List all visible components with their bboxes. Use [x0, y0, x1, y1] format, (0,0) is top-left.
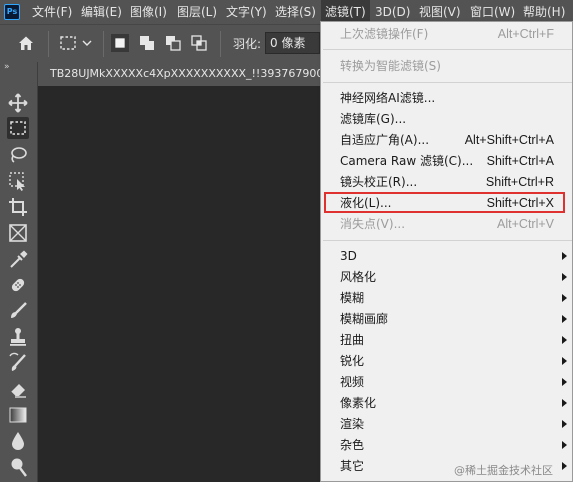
subtract-selection-icon[interactable] [164, 34, 182, 52]
dodge-icon[interactable] [7, 456, 29, 478]
menu-item-stylize[interactable]: 风格化 [321, 267, 572, 288]
marquee-icon[interactable] [59, 34, 77, 52]
menu-layer[interactable]: 图层(L) [173, 0, 221, 24]
menu-item-lens-correction[interactable]: 镜头校正(R)... Shift+Ctrl+R [321, 172, 572, 193]
menu-item-label: 锐化 [340, 354, 365, 368]
new-selection-icon[interactable] [111, 34, 129, 52]
collapse-toolbar-button[interactable]: » [4, 62, 10, 72]
home-icon[interactable] [17, 34, 35, 52]
blur-icon[interactable] [7, 430, 29, 452]
menu-item-shortcut: Shift+Ctrl+A [486, 154, 554, 168]
eraser-icon[interactable] [7, 378, 29, 400]
filter-menu-dropdown: 上次滤镜操作(F) Alt+Ctrl+F 转换为智能滤镜(S) 神经网络AI滤镜… [320, 21, 573, 482]
menu-item-label: 上次滤镜操作(F) [340, 27, 429, 41]
menu-item-label: 模糊画廊 [340, 312, 389, 326]
submenu-arrow-icon [562, 420, 567, 428]
submenu-arrow-icon [562, 315, 567, 323]
menu-item-label: 模糊 [340, 291, 365, 305]
menu-item-label: Camera Raw 滤镜(C)... [340, 154, 474, 168]
submenu-arrow-icon [562, 357, 567, 365]
menu-item-blur[interactable]: 模糊 [321, 288, 572, 309]
menu-item-label: 滤镜库(G)... [340, 112, 407, 126]
menu-item-label: 3D [340, 249, 357, 263]
submenu-arrow-icon [562, 336, 567, 344]
menu-item-shortcut: Alt+Shift+Ctrl+A [464, 133, 554, 147]
menu-item-label: 其它 [340, 459, 365, 473]
submenu-arrow-icon [562, 462, 567, 470]
menu-item-blur-gallery[interactable]: 模糊画廊 [321, 309, 572, 330]
menu-type[interactable]: 文字(Y) [222, 0, 271, 24]
menu-item-camera-raw[interactable]: Camera Raw 滤镜(C)... Shift+Ctrl+A [321, 151, 572, 172]
frame-icon[interactable] [7, 222, 29, 244]
menu-item-shortcut: Shift+Ctrl+R [485, 175, 554, 189]
menu-item-label: 转换为智能滤镜(S) [340, 59, 441, 73]
submenu-arrow-icon [562, 399, 567, 407]
menu-item-shortcut: Alt+Ctrl+V [497, 217, 554, 231]
options-divider [103, 31, 104, 57]
lasso-icon[interactable] [7, 144, 29, 166]
menu-separator [323, 49, 572, 50]
menu-separator [323, 82, 572, 83]
menu-item-label: 风格化 [340, 270, 377, 284]
submenu-arrow-icon [562, 441, 567, 449]
eyedropper-icon[interactable] [7, 249, 29, 271]
menu-item-neural-filters[interactable]: 神经网络AI滤镜... [321, 88, 572, 109]
tools-panel: » [0, 62, 38, 482]
feather-input[interactable]: 0 像素 [265, 32, 320, 54]
healing-icon[interactable] [7, 274, 29, 296]
rect-marquee-icon[interactable] [7, 117, 29, 139]
menu-item-last-filter: 上次滤镜操作(F) Alt+Ctrl+F [321, 24, 572, 45]
options-divider [220, 31, 221, 57]
menu-item-3d[interactable]: 3D [321, 246, 572, 267]
photoshop-logo-icon: Ps [4, 4, 20, 20]
menu-item-convert-smart-filter: 转换为智能滤镜(S) [321, 56, 572, 77]
options-divider [48, 31, 49, 57]
menu-item-label: 渲染 [340, 417, 365, 431]
menu-item-render[interactable]: 渲染 [321, 414, 572, 435]
menu-select[interactable]: 选择(S) [271, 0, 320, 24]
menu-item-pixelate[interactable]: 像素化 [321, 393, 572, 414]
submenu-arrow-icon [562, 378, 567, 386]
menu-separator [323, 240, 572, 241]
menu-item-label: 消失点(V)... [340, 217, 406, 231]
menu-item-label: 视频 [340, 375, 365, 389]
menu-item-sharpen[interactable]: 锐化 [321, 351, 572, 372]
gradient-icon[interactable] [7, 404, 29, 426]
submenu-arrow-icon [562, 294, 567, 302]
menu-item-label: 扭曲 [340, 333, 365, 347]
menu-image[interactable]: 图像(I) [126, 0, 171, 24]
menu-item-label: 镜头校正(R)... [340, 175, 418, 189]
menu-item-noise[interactable]: 杂色 [321, 435, 572, 456]
chevron-down-icon[interactable] [81, 34, 93, 52]
menu-item-filter-gallery[interactable]: 滤镜库(G)... [321, 109, 572, 130]
menu-file[interactable]: 文件(F) [28, 0, 76, 24]
crop-icon[interactable] [7, 196, 29, 218]
menu-item-video[interactable]: 视频 [321, 372, 572, 393]
menu-item-label: 杂色 [340, 438, 365, 452]
document-tab[interactable]: TB28UJMkXXXXXc4XpXXXXXXXXXX_!!393767900.… [38, 62, 328, 86]
add-selection-icon[interactable] [138, 34, 156, 52]
watermark: @稀土掘金技术社区 [454, 464, 553, 477]
liquify-highlight-box [324, 192, 565, 213]
submenu-arrow-icon [562, 252, 567, 260]
menu-edit[interactable]: 编辑(E) [77, 0, 126, 24]
stamp-icon[interactable] [7, 326, 29, 348]
move-icon[interactable] [7, 92, 29, 114]
menu-item-vanishing-point: 消失点(V)... Alt+Ctrl+V [321, 214, 572, 235]
feather-label: 羽化: [233, 37, 262, 51]
menu-item-label: 神经网络AI滤镜... [340, 91, 436, 105]
menu-item-distort[interactable]: 扭曲 [321, 330, 572, 351]
brush-icon[interactable] [7, 300, 29, 322]
menu-item-adaptive-wide-angle[interactable]: 自适应广角(A)... Alt+Shift+Ctrl+A [321, 130, 572, 151]
intersect-selection-icon[interactable] [190, 34, 208, 52]
object-select-icon[interactable] [7, 170, 29, 192]
menu-item-label: 自适应广角(A)... [340, 133, 430, 147]
menu-item-shortcut: Alt+Ctrl+F [497, 27, 554, 41]
menu-item-label: 像素化 [340, 396, 377, 410]
submenu-arrow-icon [562, 273, 567, 281]
history-brush-icon[interactable] [7, 352, 29, 374]
